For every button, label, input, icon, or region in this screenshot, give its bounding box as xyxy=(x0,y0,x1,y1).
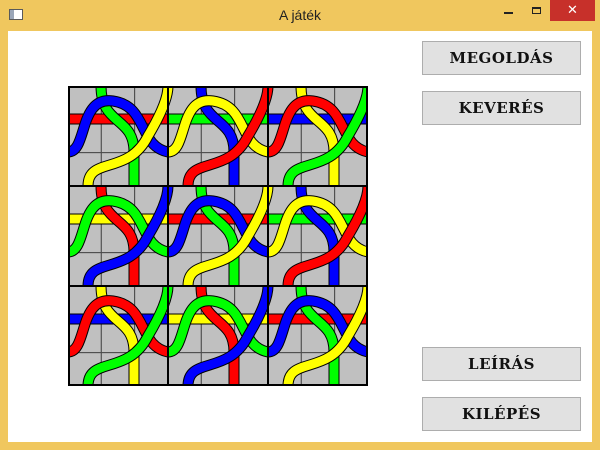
close-icon: ✕ xyxy=(567,3,578,18)
exit-button[interactable]: KILÉPÉS xyxy=(422,397,581,431)
game-board[interactable] xyxy=(68,86,368,386)
board-cell xyxy=(134,252,169,287)
maximize-button[interactable] xyxy=(523,0,549,21)
close-button[interactable]: ✕ xyxy=(550,0,595,21)
board-cell xyxy=(134,152,169,187)
board-cell xyxy=(334,352,368,386)
title-bar[interactable]: A játék ✕ xyxy=(0,0,600,30)
board-cell xyxy=(234,152,269,187)
app-window: A játék ✕ MEGOLDÁS KEVERÉS LEÍRÁS KILÉPÉ… xyxy=(0,0,600,450)
board-cell xyxy=(234,352,269,386)
description-button[interactable]: LEÍRÁS xyxy=(422,347,581,381)
minimize-button[interactable] xyxy=(493,0,523,21)
board-cell xyxy=(334,252,368,287)
client-area: MEGOLDÁS KEVERÉS LEÍRÁS KILÉPÉS xyxy=(8,31,592,442)
shuffle-button[interactable]: KEVERÉS xyxy=(422,91,581,125)
board-cell xyxy=(334,152,368,187)
minimize-icon xyxy=(503,12,513,14)
board-cell xyxy=(134,352,169,386)
board-cell xyxy=(234,252,269,287)
maximize-icon xyxy=(531,7,541,14)
board-canvas[interactable] xyxy=(68,86,368,386)
solve-button[interactable]: MEGOLDÁS xyxy=(422,41,581,75)
